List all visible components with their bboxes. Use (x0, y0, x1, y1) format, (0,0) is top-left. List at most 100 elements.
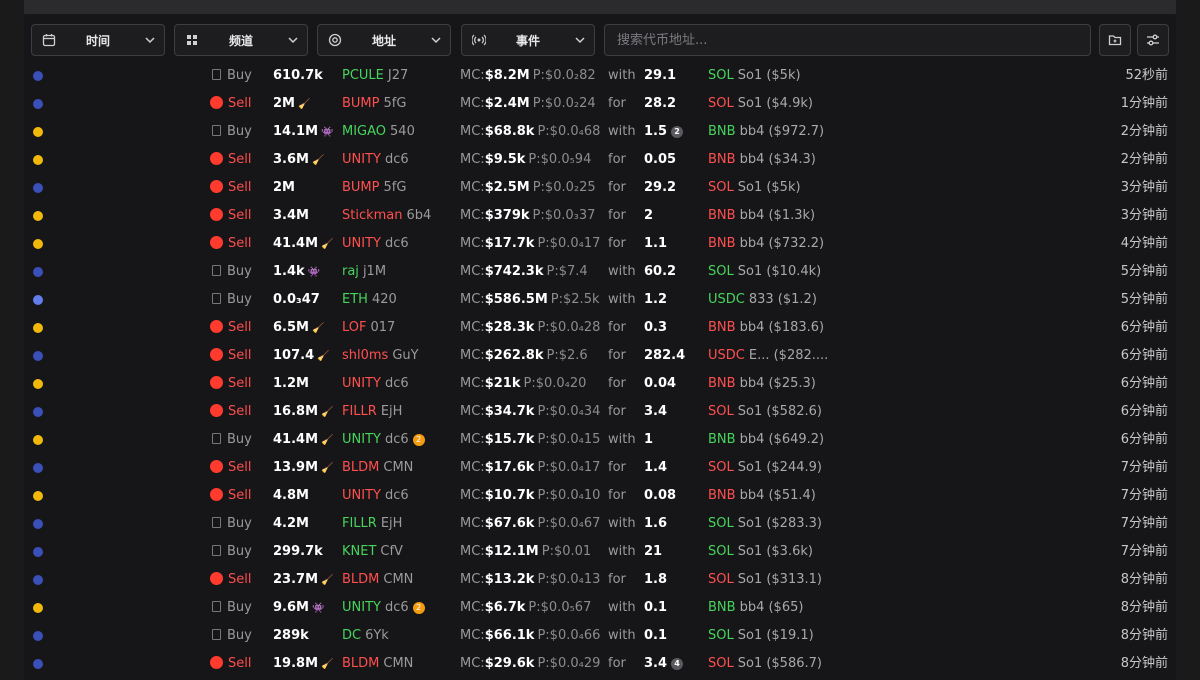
time-filter-dropdown[interactable]: 时间 (31, 24, 165, 56)
sell-dot-icon (210, 572, 223, 585)
activity-emoji-icon: 🧹 (317, 351, 330, 362)
market-cap-cell: MC:$742.3k P:$7.4 (460, 264, 588, 279)
trade-row[interactable]: 6e0Sell4.8MUNITYdc6MC:$10.7kP:$0.0₄10for… (24, 482, 1176, 510)
token-symbol: BLDM (342, 656, 380, 671)
quantity-cell: 60.2 (644, 258, 676, 286)
token-cell[interactable]: KNET CfV (342, 538, 457, 566)
token-cell[interactable]: UNITY dc6 2 (342, 426, 457, 454)
trade-row[interactable]: 2WxSell2MBUMP5fGMC:$2.5MP:$0.0₂25for29.2… (24, 174, 1176, 202)
trade-row[interactable]: a...Sell6.5M🧹LOF017MC:$28.3kP:$0.0₄28for… (24, 314, 1176, 342)
token-cell[interactable]: FILLR EjH (342, 398, 457, 426)
currency-symbol: SOL (708, 544, 734, 559)
preposition: with (608, 264, 636, 279)
chain-icon (33, 631, 43, 641)
preposition: with (608, 292, 636, 307)
preposition: with (608, 600, 636, 615)
channel-filter-dropdown[interactable]: 频道 (174, 24, 308, 56)
token-cell[interactable]: LOF 017 (342, 314, 457, 342)
token-cell[interactable]: BLDM CMN (342, 454, 457, 482)
quantity-cell: 1.4 (644, 454, 667, 482)
price-value: P:$0.0₄34 (537, 404, 601, 419)
token-cell[interactable]: PCULE J27 (342, 62, 457, 90)
token-cell[interactable]: FILLR EjH (342, 510, 457, 538)
token-cell[interactable]: raj j1M (342, 258, 457, 286)
side-label: Buy (227, 516, 252, 531)
trade-row[interactable]: 6e0Buy9.6M👾UNITYdc62MC:$6.7kP:$0.0₅67wit… (24, 594, 1176, 622)
address-filter-dropdown[interactable]: 地址 (317, 24, 451, 56)
currency-symbol: SOL (708, 460, 734, 475)
trade-feed-list: 2WxBuy610.7kPCULEJ27MC:$8.2MP:$0.0₂82wit… (24, 62, 1176, 680)
trade-row[interactable]: Buy 14.1M 👾 MIGAO 540 MC:$68.8k P:$0.0₄68 with 1… (24, 118, 1176, 146)
token-id: dc6 (384, 376, 409, 391)
sell-dot-icon (210, 180, 223, 193)
amount-value: 0.0₃47 (273, 292, 320, 307)
token-address-search-input[interactable] (604, 24, 1091, 56)
trade-row[interactable]: biFSell19.8M🧹BLDMCMNMC:$29.6kP:$0.0₄29fo… (24, 650, 1176, 678)
time-ago: 8分钟前 (1120, 656, 1168, 671)
token-cell[interactable]: ETH 420 (342, 286, 457, 314)
preposition: with (608, 516, 636, 531)
market-cap-value: $17.6k (484, 460, 535, 475)
activity-emoji-icon: 👾 (311, 603, 325, 614)
trade-row[interactable]: 85pBuy289kDC6YkMC:$66.1kP:$0.0₄66with0.1… (24, 622, 1176, 650)
token-cell[interactable]: UNITY dc6 (342, 230, 457, 258)
amount-cell: 1.4k 👾 (273, 258, 320, 287)
time-ago: 2分钟前 (1120, 124, 1168, 139)
token-cell[interactable]: UNITY dc6 (342, 482, 457, 510)
trade-row[interactable]: 7e8Sell41.4M🧹UNITYdc6MC:$17.7kP:$0.0₄17f… (24, 230, 1176, 258)
trade-row[interactable]: 68eSell3.4MStickman6b4MC:$379kP:$0.0₃37f… (24, 202, 1176, 230)
buy-box-icon (212, 629, 221, 640)
sell-dot-icon (210, 208, 223, 221)
trade-row[interactable]: 2WxSell2M🧹BUMP5fGMC:$2.4MP:$0.0₂24for28.… (24, 90, 1176, 118)
token-cell[interactable]: Stickman 6b4 (342, 202, 457, 230)
currency-symbol: BNB (708, 208, 736, 223)
token-cell[interactable]: UNITY dc6 2 (342, 594, 457, 622)
trade-row[interactable]: 7e8Buy41.4M🧹UNITYdc62MC:$15.7kP:$0.0₄15w… (24, 426, 1176, 454)
side-cell: Buy (210, 286, 270, 314)
quantity-cell: 1.6 (644, 510, 667, 538)
sell-dot-icon (210, 152, 223, 165)
trade-row[interactable]: BtMSell16.8M🧹FILLREjHMC:$34.7kP:$0.0₄34f… (24, 398, 1176, 426)
token-cell[interactable]: BUMP 5fG (342, 90, 457, 118)
token-cell[interactable]: BLDM CMN (342, 566, 457, 594)
side-cell: Sell (210, 342, 270, 370)
trade-row[interactable]: D1mBuy1.4k👾rajj1MMC:$742.3kP:$7.4with60.… (24, 258, 1176, 286)
settings-button[interactable] (1137, 24, 1169, 56)
token-cell[interactable]: BUMP 5fG (342, 174, 457, 202)
trade-row[interactable]: 6e0Sell3.6M🧹UNITYdc6MC:$9.5kP:$0.0₅94for… (24, 146, 1176, 174)
quantity-cell: 0.3 (644, 314, 667, 342)
trade-row[interactable]: EfbSell13.9M🧹BLDMCMNMC:$17.6kP:$0.0₄17fo… (24, 454, 1176, 482)
token-id: dc6 (384, 600, 409, 615)
side-cell: Buy (210, 510, 270, 538)
token-cell[interactable]: UNITY dc6 (342, 146, 457, 174)
event-filter-dropdown[interactable]: 事件 (461, 24, 595, 56)
token-cell[interactable]: UNITY dc6 (342, 370, 457, 398)
trade-row[interactable]: 6e0Sell1.2MUNITYdc6MC:$21kP:$0.0₄20for0.… (24, 370, 1176, 398)
folder-button[interactable] (1099, 24, 1131, 56)
amount-value: 1.4k (273, 264, 305, 279)
trade-row[interactable]: 4YzSell23.7M🧹BLDMCMNMC:$13.2kP:$0.0₄13fo… (24, 566, 1176, 594)
price-value: P:$0.0₅94 (528, 152, 592, 167)
token-cell[interactable]: shl0ms GuY (342, 342, 457, 370)
trade-row[interactable]: BtMBuy4.2MFILLREjHMC:$67.6kP:$0.0₄67with… (24, 510, 1176, 538)
time-ago: 2分钟前 (1120, 152, 1168, 167)
token-cell[interactable]: BLDM CMN (342, 650, 457, 678)
sell-dot-icon (210, 320, 223, 333)
quantity-value: 1.1 (644, 236, 668, 251)
pool-info: bb4 ($649.2) (739, 432, 825, 447)
quantity-cell: 3.4 (644, 398, 667, 426)
trade-row[interactable]: 2WxBuy610.7kPCULEJ27MC:$8.2MP:$0.0₂82wit… (24, 62, 1176, 90)
price-value: P:$0.0₄10 (537, 488, 601, 503)
token-cell[interactable]: MIGAO 540 (342, 118, 457, 146)
currency-symbol: BNB (708, 236, 736, 251)
time-ago: 7分钟前 (1120, 516, 1168, 531)
trade-row[interactable]: 9PbSell107.4🧹shl0msGuYMC:$262.8kP:$2.6fo… (24, 342, 1176, 370)
currency-cell: BNB bb4 ($649.2) (708, 426, 838, 454)
trade-row[interactable]: bbcBuy0.0₃47ETH420MC:$586.5MP:$2.5kwith1… (24, 286, 1176, 314)
token-cell[interactable]: DC 6Yk (342, 622, 457, 650)
token-id: dc6 (384, 432, 409, 447)
side-cell: Sell (210, 398, 270, 426)
trade-row[interactable]: 2WxBuy299.7kKNETCfVMC:$12.1MP:$0.01with2… (24, 538, 1176, 566)
market-cap-value: $66.1k (484, 628, 535, 643)
token-id: CfV (380, 544, 403, 559)
